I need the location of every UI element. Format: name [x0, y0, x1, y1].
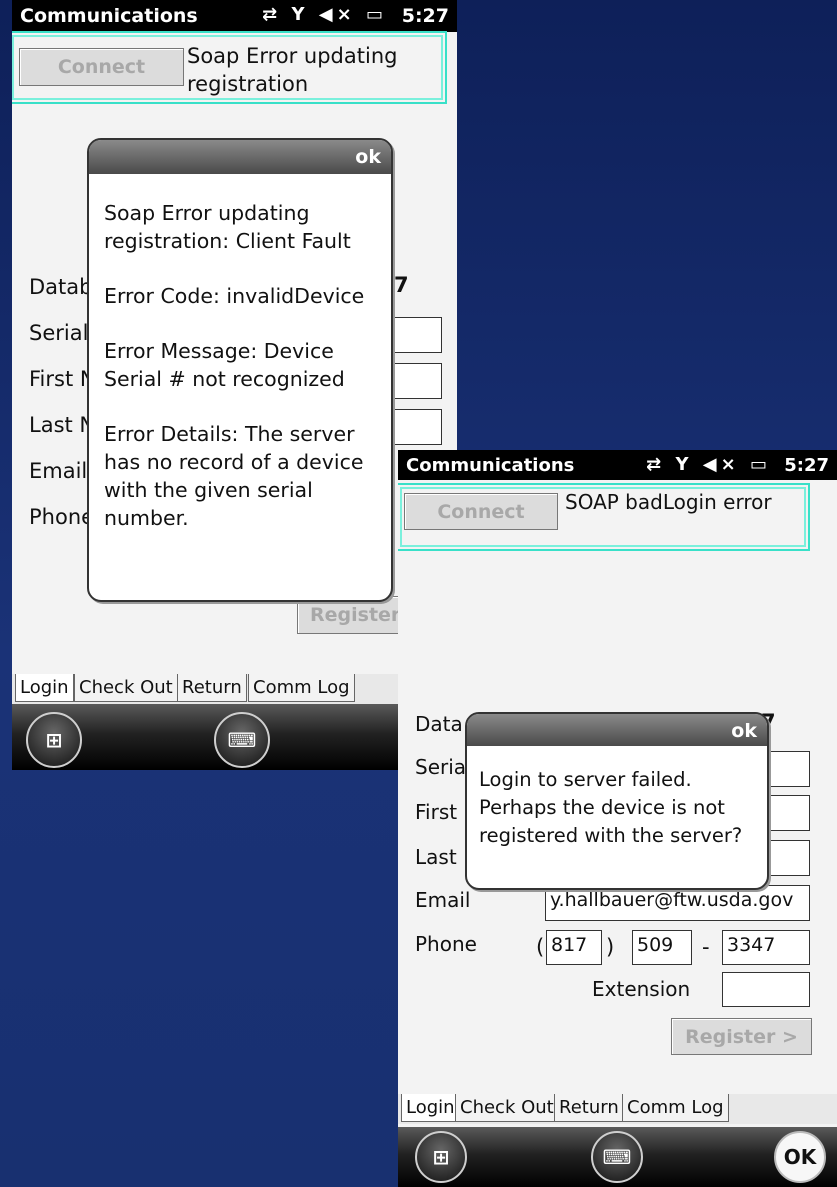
tab-bar: Login Check Out Return Comm Log — [398, 1094, 837, 1124]
phone-close-paren: ) — [606, 935, 615, 959]
app-title: Communications — [406, 455, 575, 476]
windows-start-button[interactable]: ⊞ — [26, 712, 82, 768]
phone-dash: - — [702, 935, 710, 959]
email-label: Email — [29, 459, 88, 483]
first-name-label: First — [415, 800, 458, 824]
phone-prefix-field[interactable]: 509 — [632, 930, 692, 965]
last-name-label: Last N — [29, 413, 96, 437]
screenshot-communications-soap-error: Communications ⇄ Y ◀× ▭ 5:27 Connect Soa… — [12, 0, 457, 770]
phone-label: Phone — [415, 932, 477, 956]
dialog-body: Soap Error updating registration: Client… — [89, 174, 391, 532]
connect-button[interactable]: Connect — [19, 48, 184, 86]
first-name-field[interactable] — [768, 795, 810, 831]
last-name-field[interactable] — [768, 840, 810, 876]
keyboard-icon: ⌨ — [602, 1145, 632, 1169]
windows-start-button[interactable]: ⊞ — [415, 1131, 467, 1183]
dialog-header: ok — [467, 714, 767, 746]
battery-icon: ▭ — [365, 4, 387, 25]
extension-field[interactable] — [722, 972, 810, 1007]
tab-comm-log[interactable]: Comm Log — [248, 674, 355, 702]
tab-return[interactable]: Return — [177, 674, 247, 702]
email-label: Email — [415, 888, 471, 912]
data-sync-icon: ⇄ — [262, 4, 282, 25]
dialog-ok-button[interactable]: ok — [355, 146, 381, 168]
status-bar: Communications ⇄ Y ◀× ▭ 5:27 — [12, 0, 457, 32]
ok-button[interactable]: OK — [774, 1131, 826, 1183]
tab-comm-log[interactable]: Comm Log — [622, 1094, 729, 1122]
battery-icon: ▭ — [749, 454, 771, 475]
dialog-paragraph: Error Message: Device Serial # not recog… — [104, 339, 345, 391]
tab-check-out[interactable]: Check Out — [74, 674, 178, 702]
keyboard-button[interactable]: ⌨ — [214, 712, 270, 768]
dialog-body: Login to server failed. Perhaps the devi… — [467, 746, 767, 850]
phone-open-paren: ( — [536, 935, 545, 959]
app-title: Communications — [20, 5, 198, 27]
screenshot-communications-bad-login: Communications ⇄ Y ◀× ▭ 5:27 Connect SOA… — [398, 450, 837, 1187]
serial-field[interactable] — [390, 317, 442, 353]
status-icons: ⇄ Y ◀× ▭ — [262, 4, 387, 25]
status-message: SOAP badLogin error — [565, 490, 772, 514]
database-value: 7 — [394, 273, 409, 297]
clock: 5:27 — [784, 455, 829, 476]
tab-login[interactable]: Login — [15, 674, 74, 702]
dialog-paragraph: Error Details: The server has no record … — [104, 422, 364, 530]
serial-label: Serial — [29, 321, 89, 345]
no-signal-icon: Y — [291, 4, 309, 25]
clock: 5:27 — [401, 5, 449, 27]
no-signal-icon: Y — [675, 454, 693, 475]
tab-return[interactable]: Return — [554, 1094, 624, 1122]
tab-check-out[interactable]: Check Out — [455, 1094, 559, 1122]
windows-logo-icon: ⊞ — [432, 1145, 450, 1169]
phone-line-field[interactable]: 3347 — [722, 930, 810, 965]
status-message: Soap Error updating registration — [187, 44, 398, 96]
tab-login[interactable]: Login — [401, 1094, 460, 1122]
login-failed-dialog: ok Login to server failed. Perhaps the d… — [465, 712, 769, 890]
serial-label: Seria — [415, 755, 467, 779]
status-bar: Communications ⇄ Y ◀× ▭ 5:27 — [398, 450, 837, 480]
dialog-ok-button[interactable]: ok — [731, 720, 757, 742]
dialog-paragraph: Soap Error updating registration: Client… — [104, 201, 351, 253]
dialog-header: ok — [89, 140, 391, 174]
speaker-muted-icon: ◀× — [318, 4, 356, 25]
first-name-field[interactable] — [390, 363, 442, 399]
soft-key-bar: ⊞ ⌨ — [12, 704, 457, 770]
database-label: Datab — [29, 275, 93, 299]
tab-bar: Login Check Out Return Comm Log — [12, 674, 457, 704]
email-field[interactable]: y.hallbauer@ftw.usda.gov — [545, 885, 810, 921]
database-label: Data — [415, 712, 463, 736]
last-name-label: Last — [415, 845, 457, 869]
keyboard-icon: ⌨ — [227, 728, 257, 752]
speaker-muted-icon: ◀× — [702, 454, 740, 475]
dialog-message: Login to server failed. Perhaps the devi… — [479, 768, 743, 847]
phone-area-field[interactable]: 817 — [546, 930, 602, 965]
serial-field[interactable] — [768, 751, 810, 787]
register-button[interactable]: Register > — [671, 1018, 812, 1055]
keyboard-button[interactable]: ⌨ — [591, 1131, 643, 1183]
first-name-label: First N — [29, 367, 96, 391]
status-icons: ⇄ Y ◀× ▭ — [646, 454, 771, 475]
soft-key-bar: ⊞ ⌨ OK — [398, 1127, 837, 1187]
extension-label: Extension — [592, 977, 691, 1001]
windows-logo-icon: ⊞ — [45, 728, 63, 752]
last-name-field[interactable] — [390, 409, 442, 445]
error-dialog: ok Soap Error updating registration: Cli… — [87, 138, 393, 602]
phone-label: Phone — [29, 505, 95, 529]
data-sync-icon: ⇄ — [646, 454, 666, 475]
dialog-paragraph: Error Code: invalidDevice — [104, 284, 365, 308]
connect-button[interactable]: Connect — [404, 493, 558, 530]
